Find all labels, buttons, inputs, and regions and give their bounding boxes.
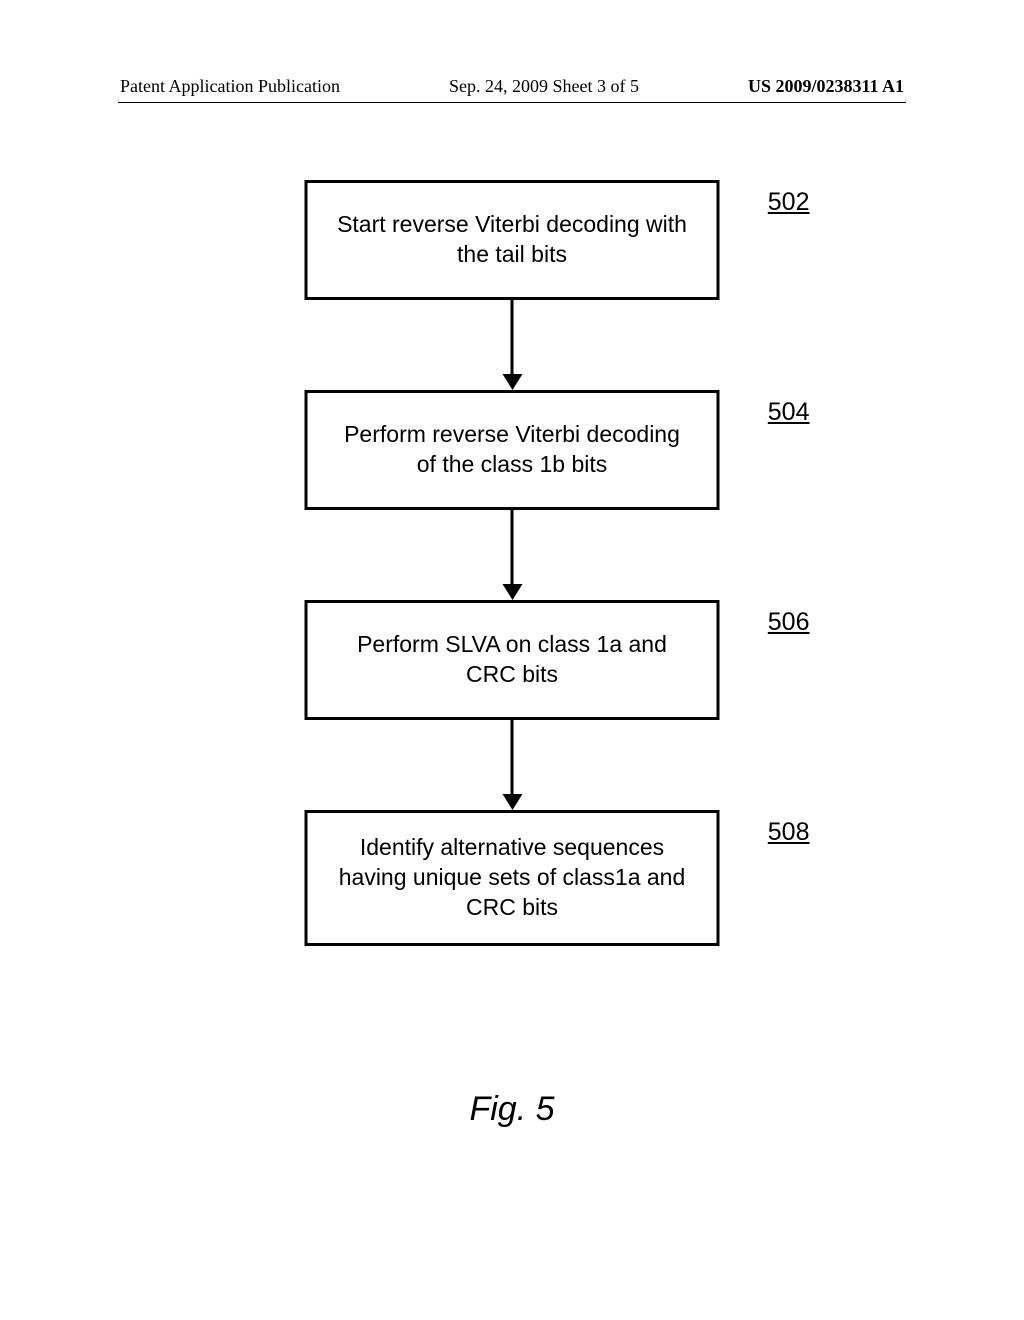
step-box: Perform reverse Viterbi decoding of the … xyxy=(305,390,720,510)
step-reference: 502 xyxy=(768,188,810,217)
step-box: Start reverse Viterbi decoding with the … xyxy=(305,180,720,300)
flowchart-step-504: Perform reverse Viterbi decoding of the … xyxy=(305,390,720,510)
step-box: Perform SLVA on class 1a and CRC bits xyxy=(305,600,720,720)
figure-caption: Fig. 5 xyxy=(469,1090,554,1129)
step-reference: 508 xyxy=(768,818,810,847)
arrow-icon xyxy=(502,300,522,390)
header-date-sheet: Sep. 24, 2009 Sheet 3 of 5 xyxy=(449,76,639,97)
flowchart-step-508: Identify alternative sequences having un… xyxy=(305,810,720,946)
arrow-icon xyxy=(502,510,522,600)
page-header: Patent Application Publication Sep. 24, … xyxy=(0,76,1024,97)
arrow-icon xyxy=(502,720,522,810)
flowchart-step-502: Start reverse Viterbi decoding with the … xyxy=(305,180,720,300)
flowchart-step-506: Perform SLVA on class 1a and CRC bits 50… xyxy=(305,600,720,720)
step-text: Perform SLVA on class 1a and CRC bits xyxy=(336,630,689,690)
header-divider xyxy=(118,102,906,103)
step-text: Perform reverse Viterbi decoding of the … xyxy=(336,420,689,480)
step-reference: 504 xyxy=(768,398,810,427)
header-patent-number: US 2009/0238311 A1 xyxy=(748,76,904,97)
step-reference: 506 xyxy=(768,608,810,637)
step-text: Identify alternative sequences having un… xyxy=(336,833,689,923)
step-box: Identify alternative sequences having un… xyxy=(305,810,720,946)
flowchart: Start reverse Viterbi decoding with the … xyxy=(305,180,720,946)
step-text: Start reverse Viterbi decoding with the … xyxy=(336,210,689,270)
header-publication: Patent Application Publication xyxy=(120,76,340,97)
